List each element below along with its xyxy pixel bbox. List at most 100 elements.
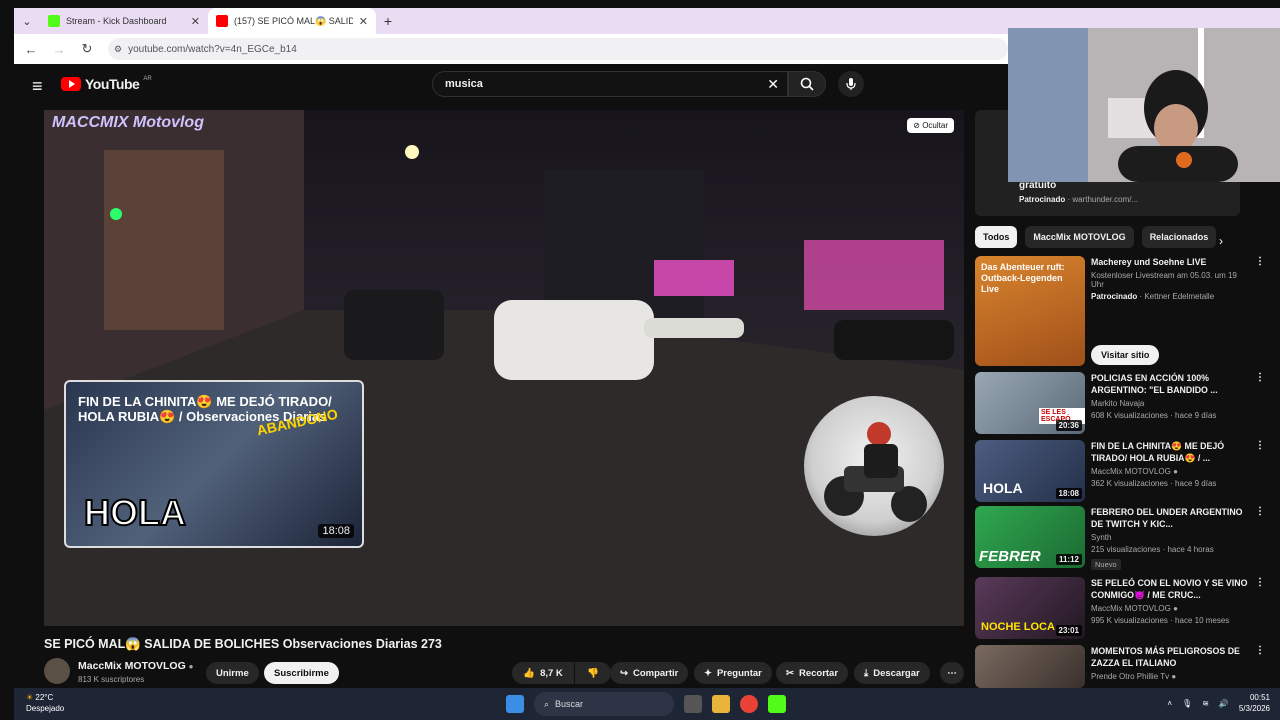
rec-meta: 995 K visualizaciones · hace 10 meses [1091,616,1230,625]
list-item[interactable]: HOLA 18:08 FIN DE LA CHINITA😍 ME DEJÓ TI… [975,440,1265,502]
youtube-logo[interactable]: YouTube AR [61,76,152,92]
task-view-icon[interactable] [684,695,702,713]
channel-name[interactable]: MaccMix MOTOVLOG ● [78,660,194,672]
hamburger-menu-icon[interactable]: ≡ [32,76,43,97]
rec-meta: 215 visualizaciones · hace 4 horas [1091,545,1214,554]
verified-icon: ● [188,662,194,671]
kick-icon [48,15,60,27]
more-vertical-icon[interactable]: ⋮ [1255,577,1265,588]
more-vertical-icon[interactable]: ⋮ [1255,506,1265,517]
download-button[interactable]: ⤓ Descargar [854,662,930,684]
rec-channel: MaccMix MOTOVLOG [1091,467,1171,476]
kick-app-icon[interactable] [768,695,786,713]
chip-all[interactable]: Todos [975,226,1018,248]
sparkle-icon: ✦ [704,667,712,679]
youtube-favicon-icon [216,15,228,27]
tab-title: Stream - Kick Dashboard [66,16,167,26]
chevron-right-icon[interactable]: › [1219,234,1223,248]
more-vertical-icon[interactable]: ⋮ [1255,645,1265,656]
search-input[interactable]: musica ✕ [432,71,788,97]
tab-youtube-video[interactable]: (157) SE PICÓ MAL😱 SALIDA D ✕ [208,8,376,34]
tab-kick-dashboard[interactable]: Stream - Kick Dashboard ✕ [40,8,208,34]
share-icon: ↪ [620,667,628,679]
reload-icon[interactable]: ↻ [80,41,94,57]
thumbnail-text: Das Abenteuer ruft: Outback-Legenden Liv… [981,262,1065,294]
chip-related[interactable]: Relacionados [1141,226,1217,248]
sidebar-ad-item[interactable]: Das Abenteuer ruft: Outback-Legenden Liv… [975,256,1265,366]
clock[interactable]: 00:51 5/3/2026 [1239,692,1270,714]
tab-search-dropdown[interactable]: ⌄ [14,8,40,34]
video-thumbnail: Das Abenteuer ruft: Outback-Legenden Liv… [975,256,1085,366]
join-label: Unirme [216,667,249,679]
clear-search-icon[interactable]: ✕ [767,76,779,93]
rec-channel: Markito Navaja [1091,399,1145,408]
close-tab-icon[interactable]: ✕ [191,15,200,28]
hide-label: Ocultar [922,121,948,130]
weather-widget[interactable]: ☀ 22°C Despejado [26,692,64,714]
site-info-icon[interactable]: ⚙ [114,44,122,55]
subscribe-button[interactable]: Suscribirme [264,662,339,684]
chip-label: Todos [983,232,1010,242]
clock-date: 5/3/2026 [1238,704,1270,713]
close-tab-icon[interactable]: ✕ [359,15,368,28]
like-button[interactable]: 👍 8,7 K [512,662,574,684]
wifi-icon[interactable]: ≋ [1202,699,1209,708]
list-item[interactable]: NOCHE LOCA 23:01 SE PELEÓ CON EL NOVIO Y… [975,577,1265,639]
tab-title: (157) SE PICÓ MAL😱 SALIDA D [234,15,353,26]
file-explorer-icon[interactable] [712,695,730,713]
start-windows-icon[interactable] [506,695,524,713]
search-icon: ⌕ [544,698,550,709]
endscreen-subscribe-channel-avatar[interactable] [804,396,944,536]
taskbar-apps: ⌕ Buscar [506,692,786,716]
rec-title: FEBRERO DEL UNDER ARGENTINO DE TWITCH Y … [1091,507,1243,529]
endcard-duration: 18:08 [318,524,354,538]
verified-icon: ● [1173,604,1178,613]
more-vertical-icon[interactable]: ⋮ [1255,256,1265,267]
video-frame [44,110,964,626]
rec-subtitle: Kostenloser Livestream am 05.03. um 19 U… [1091,271,1237,289]
filter-chips: Todos MaccMix MOTOVLOG Relacionados [975,226,1217,248]
share-button[interactable]: ↪ Compartir [610,662,689,684]
video-player[interactable]: MACCMIX Motovlog ⊘ Ocultar FIN DE LA CHI… [44,110,964,626]
rec-title: POLICIAS EN ACCIÓN 100% ARGENTINO: "EL B… [1091,373,1218,395]
endscreen-video-card[interactable]: FIN DE LA CHINITA😍 ME DEJÓ TIRADO/ HOLA … [64,380,364,548]
country-code: AR [143,76,152,82]
more-vertical-icon[interactable]: ⋮ [1255,440,1265,451]
visit-site-button[interactable]: Visitar sitio [1091,345,1160,365]
list-item[interactable]: SE LES ESCAPÓ 20:36 POLICIAS EN ACCIÓN 1… [975,372,1265,434]
clip-label: Recortar [798,667,839,679]
chrome-icon[interactable] [740,695,758,713]
volume-icon[interactable]: 🔊 [1219,699,1229,708]
more-vertical-icon[interactable]: ⋮ [1255,372,1265,383]
ask-button[interactable]: ✦ Preguntar [694,662,772,684]
list-item[interactable]: FEBRER 11:12 FEBRERO DEL UNDER ARGENTINO… [975,506,1265,572]
thumbs-up-icon: 👍 [523,667,536,679]
thumbnail-text: FEBRER [979,548,1041,565]
webcam-overlay [1008,28,1280,182]
taskbar-search[interactable]: ⌕ Buscar [534,692,674,716]
list-item[interactable]: MOMENTOS MÁS PELIGROSOS DE ZAZZA EL ITAL… [975,645,1265,688]
advertiser-name: Kettner Edelmetalle [1144,292,1215,301]
voice-search-button[interactable] [838,71,864,97]
verified-icon: ● [1173,467,1178,476]
microphone-tray-icon[interactable]: 🎙 [1182,699,1192,708]
rec-channel: Synth [1091,533,1112,542]
hide-endscreen-button[interactable]: ⊘ Ocultar [907,118,954,133]
search-button[interactable] [788,71,826,97]
back-icon[interactable]: ← [24,42,38,57]
video-thumbnail: HOLA 18:08 [975,440,1085,502]
microphone-icon [846,78,856,90]
channel-avatar[interactable] [44,658,70,684]
url-field[interactable]: ⚙ youtube.com/watch?v=4n_EGCe_b14 [108,38,1008,60]
chevron-up-icon[interactable]: ˄ [1167,699,1172,708]
more-actions-button[interactable]: ⋯ [940,662,964,684]
clip-button[interactable]: ✂ Recortar [776,662,849,684]
forward-icon[interactable]: → [52,42,66,57]
channel-name-text: MaccMix MOTOVLOG [78,660,186,672]
verified-icon: ● [1171,672,1177,681]
dislike-button[interactable]: 👎 [575,662,611,684]
new-tab-button[interactable]: + [376,13,400,29]
join-button[interactable]: Unirme [206,662,259,684]
share-label: Compartir [632,667,679,679]
chip-channel[interactable]: MaccMix MOTOVLOG [1025,226,1134,248]
